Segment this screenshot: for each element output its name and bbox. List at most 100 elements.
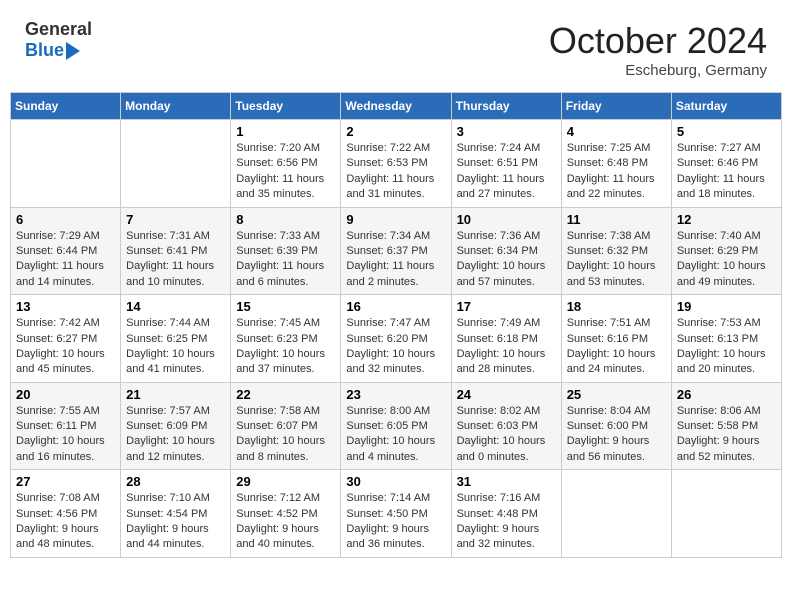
day-info: Sunrise: 7:08 AM Sunset: 4:56 PM Dayligh… (16, 491, 115, 553)
calendar-cell: 9 Sunrise: 7:34 AM Sunset: 6:37 PM Daylig… (341, 207, 451, 295)
day-info: Sunrise: 7:14 AM Sunset: 4:50 PM Dayligh… (346, 491, 445, 553)
day-number: 15 (236, 299, 335, 314)
day-info: Sunrise: 7:24 AM Sunset: 6:51 PM Dayligh… (457, 141, 556, 203)
day-info: Sunrise: 8:04 AM Sunset: 6:00 PM Dayligh… (567, 404, 666, 466)
calendar-header-row: SundayMondayTuesdayWednesdayThursdayFrid… (11, 93, 782, 120)
calendar-body: 1 Sunrise: 7:20 AM Sunset: 6:56 PM Daylig… (11, 120, 782, 558)
day-info: Sunrise: 7:42 AM Sunset: 6:27 PM Dayligh… (16, 316, 115, 378)
calendar-cell: 31 Sunrise: 7:16 AM Sunset: 4:48 PM Dayli… (451, 470, 561, 558)
weekday-header-tuesday: Tuesday (231, 93, 341, 120)
calendar-cell: 7Sunrise: 7:31 AM Sunset: 6:41 PM Daylig… (121, 207, 231, 295)
day-number: 11 (567, 212, 666, 227)
day-info: Sunrise: 7:55 AM Sunset: 6:11 PM Dayligh… (16, 404, 115, 466)
day-number: 5 (677, 124, 776, 139)
calendar-cell: 11 Sunrise: 7:38 AM Sunset: 6:32 PM Dayli… (561, 207, 671, 295)
calendar-cell: 17 Sunrise: 7:49 AM Sunset: 6:18 PM Dayli… (451, 295, 561, 383)
calendar-cell: 22 Sunrise: 7:58 AM Sunset: 6:07 PM Dayli… (231, 382, 341, 470)
day-info: Sunrise: 7:22 AM Sunset: 6:53 PM Dayligh… (346, 141, 445, 203)
calendar-cell: 20 Sunrise: 7:55 AM Sunset: 6:11 PM Dayli… (11, 382, 121, 470)
day-info: Sunrise: 7:45 AM Sunset: 6:23 PM Dayligh… (236, 316, 335, 378)
day-info: Sunrise: 7:53 AM Sunset: 6:13 PM Dayligh… (677, 316, 776, 378)
month-title: October 2024 (549, 20, 767, 62)
day-number: 4 (567, 124, 666, 139)
calendar-cell: 28 Sunrise: 7:10 AM Sunset: 4:54 PM Dayli… (121, 470, 231, 558)
calendar-week-row: 20 Sunrise: 7:55 AM Sunset: 6:11 PM Dayli… (11, 382, 782, 470)
weekday-header-friday: Friday (561, 93, 671, 120)
calendar-cell: 4Sunrise: 7:25 AM Sunset: 6:48 PM Daylig… (561, 120, 671, 208)
weekday-header-thursday: Thursday (451, 93, 561, 120)
day-number: 31 (457, 474, 556, 489)
day-info: Sunrise: 7:47 AM Sunset: 6:20 PM Dayligh… (346, 316, 445, 378)
day-info: Sunrise: 8:06 AM Sunset: 5:58 PM Dayligh… (677, 404, 776, 466)
day-number: 26 (677, 387, 776, 402)
day-number: 23 (346, 387, 445, 402)
day-info: Sunrise: 7:20 AM Sunset: 6:56 PM Dayligh… (236, 141, 335, 203)
day-info: Sunrise: 7:16 AM Sunset: 4:48 PM Dayligh… (457, 491, 556, 553)
day-info: Sunrise: 7:31 AM Sunset: 6:41 PM Dayligh… (126, 229, 225, 291)
page-header: General Blue October 2024 Escheburg, Ger… (10, 10, 782, 84)
day-number: 6 (16, 212, 115, 227)
weekday-header-saturday: Saturday (671, 93, 781, 120)
day-number: 25 (567, 387, 666, 402)
day-info: Sunrise: 7:51 AM Sunset: 6:16 PM Dayligh… (567, 316, 666, 378)
day-info: Sunrise: 7:12 AM Sunset: 4:52 PM Dayligh… (236, 491, 335, 553)
calendar-cell: 26 Sunrise: 8:06 AM Sunset: 5:58 PM Dayli… (671, 382, 781, 470)
calendar-week-row: 13 Sunrise: 7:42 AM Sunset: 6:27 PM Dayli… (11, 295, 782, 383)
day-number: 13 (16, 299, 115, 314)
day-number: 12 (677, 212, 776, 227)
calendar-cell: 15 Sunrise: 7:45 AM Sunset: 6:23 PM Dayli… (231, 295, 341, 383)
day-number: 10 (457, 212, 556, 227)
calendar-cell: 10 Sunrise: 7:36 AM Sunset: 6:34 PM Dayli… (451, 207, 561, 295)
day-info: Sunrise: 7:44 AM Sunset: 6:25 PM Dayligh… (126, 316, 225, 378)
day-info: Sunrise: 7:36 AM Sunset: 6:34 PM Dayligh… (457, 229, 556, 291)
calendar-cell (671, 470, 781, 558)
day-info: Sunrise: 7:29 AM Sunset: 6:44 PM Dayligh… (16, 229, 115, 291)
calendar-cell: 2 Sunrise: 7:22 AM Sunset: 6:53 PM Daylig… (341, 120, 451, 208)
day-info: Sunrise: 7:49 AM Sunset: 6:18 PM Dayligh… (457, 316, 556, 378)
calendar-cell: 21 Sunrise: 7:57 AM Sunset: 6:09 PM Dayli… (121, 382, 231, 470)
day-info: Sunrise: 7:33 AM Sunset: 6:39 PM Dayligh… (236, 229, 335, 291)
calendar-cell: 19 Sunrise: 7:53 AM Sunset: 6:13 PM Dayli… (671, 295, 781, 383)
day-number: 28 (126, 474, 225, 489)
day-number: 8 (236, 212, 335, 227)
day-info: Sunrise: 7:58 AM Sunset: 6:07 PM Dayligh… (236, 404, 335, 466)
logo: General Blue (25, 20, 92, 61)
calendar-cell: 5Sunrise: 7:27 AM Sunset: 6:46 PM Daylig… (671, 120, 781, 208)
day-info: Sunrise: 7:40 AM Sunset: 6:29 PM Dayligh… (677, 229, 776, 291)
calendar-cell: 23Sunrise: 8:00 AM Sunset: 6:05 PM Dayli… (341, 382, 451, 470)
calendar-week-row: 6 Sunrise: 7:29 AM Sunset: 6:44 PM Daylig… (11, 207, 782, 295)
day-number: 9 (346, 212, 445, 227)
calendar-cell: 16Sunrise: 7:47 AM Sunset: 6:20 PM Dayli… (341, 295, 451, 383)
day-number: 22 (236, 387, 335, 402)
calendar-cell: 3 Sunrise: 7:24 AM Sunset: 6:51 PM Daylig… (451, 120, 561, 208)
calendar-cell: 27 Sunrise: 7:08 AM Sunset: 4:56 PM Dayli… (11, 470, 121, 558)
day-number: 3 (457, 124, 556, 139)
day-number: 14 (126, 299, 225, 314)
day-number: 27 (16, 474, 115, 489)
calendar-cell: 6 Sunrise: 7:29 AM Sunset: 6:44 PM Daylig… (11, 207, 121, 295)
calendar-cell: 29 Sunrise: 7:12 AM Sunset: 4:52 PM Dayli… (231, 470, 341, 558)
weekday-header-wednesday: Wednesday (341, 93, 451, 120)
calendar-cell (561, 470, 671, 558)
day-number: 2 (346, 124, 445, 139)
day-number: 19 (677, 299, 776, 314)
calendar-cell: 1 Sunrise: 7:20 AM Sunset: 6:56 PM Daylig… (231, 120, 341, 208)
day-number: 20 (16, 387, 115, 402)
logo-arrow-icon (66, 42, 80, 60)
day-number: 21 (126, 387, 225, 402)
calendar-cell: 12 Sunrise: 7:40 AM Sunset: 6:29 PM Dayli… (671, 207, 781, 295)
calendar-week-row: 27 Sunrise: 7:08 AM Sunset: 4:56 PM Dayli… (11, 470, 782, 558)
day-number: 1 (236, 124, 335, 139)
calendar-cell: 14 Sunrise: 7:44 AM Sunset: 6:25 PM Dayli… (121, 295, 231, 383)
day-info: Sunrise: 7:38 AM Sunset: 6:32 PM Dayligh… (567, 229, 666, 291)
day-number: 29 (236, 474, 335, 489)
day-number: 30 (346, 474, 445, 489)
calendar-cell (11, 120, 121, 208)
logo-blue-text: Blue (25, 40, 64, 61)
calendar-cell: 30 Sunrise: 7:14 AM Sunset: 4:50 PM Dayli… (341, 470, 451, 558)
calendar-cell: 13 Sunrise: 7:42 AM Sunset: 6:27 PM Dayli… (11, 295, 121, 383)
day-info: Sunrise: 7:34 AM Sunset: 6:37 PM Dayligh… (346, 229, 445, 291)
day-number: 17 (457, 299, 556, 314)
day-info: Sunrise: 7:10 AM Sunset: 4:54 PM Dayligh… (126, 491, 225, 553)
day-info: Sunrise: 7:57 AM Sunset: 6:09 PM Dayligh… (126, 404, 225, 466)
